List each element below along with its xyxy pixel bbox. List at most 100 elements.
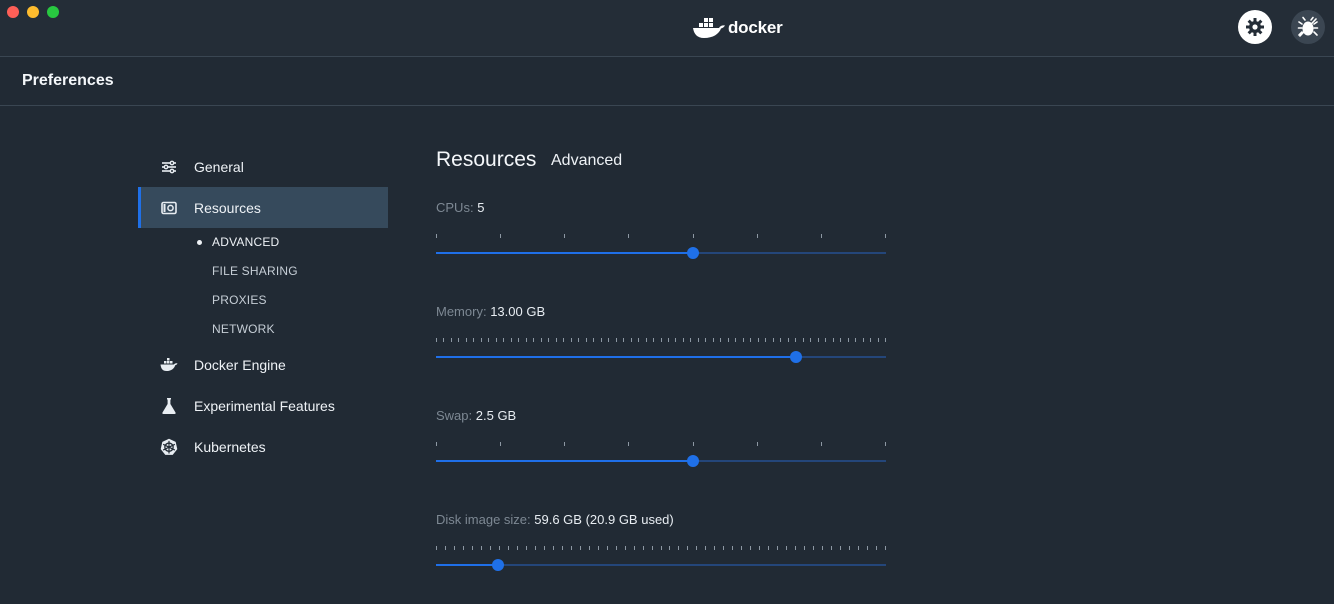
sidebar-item-experimental-features[interactable]: Experimental Features bbox=[138, 385, 388, 426]
minimize-window-button[interactable] bbox=[27, 6, 39, 18]
setting-name: Memory: bbox=[436, 304, 487, 319]
slider-tick bbox=[833, 338, 834, 342]
sidebar-subitem-network[interactable]: NETWORK bbox=[212, 322, 275, 336]
swap-label: Swap: 2.5 GB bbox=[436, 408, 516, 423]
cpus-slider[interactable] bbox=[436, 234, 886, 264]
memory-label: Memory: 13.00 GB bbox=[436, 304, 545, 319]
sidebar-item-kubernetes[interactable]: Kubernetes bbox=[138, 426, 388, 467]
slider-tick bbox=[803, 338, 804, 342]
bug-icon bbox=[1297, 16, 1319, 37]
slider-tick bbox=[563, 338, 564, 342]
docker-whale-icon bbox=[693, 18, 725, 38]
sidebar-item-label: General bbox=[194, 158, 244, 175]
setting-value: 5 bbox=[477, 200, 485, 215]
slider-tick bbox=[750, 546, 751, 550]
slider-tick bbox=[735, 338, 736, 342]
slider-tick bbox=[646, 338, 647, 342]
slider-tick bbox=[466, 338, 467, 342]
slider-tick bbox=[777, 546, 778, 550]
slider-tick bbox=[562, 546, 563, 550]
slider-tick bbox=[818, 338, 819, 342]
slider-tick bbox=[713, 338, 714, 342]
slider-tick bbox=[741, 546, 742, 550]
slider-tick bbox=[678, 546, 679, 550]
slider-tick bbox=[768, 546, 769, 550]
slider-tick bbox=[804, 546, 805, 550]
section-title: Resources bbox=[436, 148, 537, 171]
slider-tick bbox=[436, 338, 437, 342]
swap-slider[interactable] bbox=[436, 442, 886, 472]
slider-tick bbox=[517, 546, 518, 550]
slider-tick bbox=[813, 546, 814, 550]
slider-thumb[interactable] bbox=[492, 559, 504, 571]
slider-fill bbox=[436, 252, 693, 254]
slider-tick bbox=[780, 338, 781, 342]
sidebar-item-resources[interactable]: Resources bbox=[138, 187, 388, 228]
close-window-button[interactable] bbox=[7, 6, 19, 18]
slider-tick bbox=[765, 338, 766, 342]
slider-tick bbox=[593, 338, 594, 342]
slider-tick bbox=[638, 338, 639, 342]
disk-image-size-label: Disk image size: 59.6 GB (20.9 GB used) bbox=[436, 512, 674, 527]
slider-tick bbox=[840, 546, 841, 550]
slider-tick bbox=[544, 546, 545, 550]
slider-tick bbox=[451, 338, 452, 342]
slider-tick bbox=[885, 442, 886, 446]
slider-tick bbox=[728, 338, 729, 342]
troubleshoot-button[interactable] bbox=[1291, 10, 1325, 44]
slider-tick bbox=[788, 338, 789, 342]
settings-button[interactable] bbox=[1238, 10, 1272, 44]
slider-thumb[interactable] bbox=[687, 455, 699, 467]
sidebar-item-general[interactable]: General bbox=[138, 146, 388, 187]
brand-name: docker bbox=[728, 18, 783, 37]
slider-tick bbox=[488, 338, 489, 342]
sidebar-item-docker-engine[interactable]: Docker Engine bbox=[138, 344, 388, 385]
slider-tick bbox=[586, 338, 587, 342]
slider-tick bbox=[454, 546, 455, 550]
slider-tick bbox=[445, 546, 446, 550]
slider-tick bbox=[481, 546, 482, 550]
slider-tick bbox=[616, 546, 617, 550]
slider-tick bbox=[533, 338, 534, 342]
slider-tick bbox=[683, 338, 684, 342]
slider-tick bbox=[436, 442, 437, 446]
slider-tick bbox=[714, 546, 715, 550]
slider-thumb[interactable] bbox=[790, 351, 802, 363]
slider-tick bbox=[500, 442, 501, 446]
sidebar-item-label: Resources bbox=[194, 199, 261, 216]
slider-tick bbox=[870, 338, 871, 342]
slider-tick bbox=[490, 546, 491, 550]
slider-tick bbox=[473, 338, 474, 342]
setting-value: 2.5 GB bbox=[475, 408, 517, 423]
sidebar-subitem-file-sharing[interactable]: FILE SHARING bbox=[212, 264, 298, 278]
slider-tick bbox=[634, 546, 635, 550]
slider-tick bbox=[500, 234, 501, 238]
slider-tick bbox=[759, 546, 760, 550]
slider-fill bbox=[436, 460, 693, 462]
slider-thumb[interactable] bbox=[687, 247, 699, 259]
slider-tick bbox=[705, 546, 706, 550]
slider-tick bbox=[541, 338, 542, 342]
disk-image-size-slider[interactable] bbox=[436, 546, 886, 576]
slider-tick bbox=[564, 234, 565, 238]
slider-tick bbox=[443, 338, 444, 342]
zoom-window-button[interactable] bbox=[47, 6, 59, 18]
slider-tick bbox=[720, 338, 721, 342]
slider-tick bbox=[458, 338, 459, 342]
slider-tick bbox=[690, 338, 691, 342]
slider-tick bbox=[795, 338, 796, 342]
slider-tick bbox=[623, 338, 624, 342]
slider-tick bbox=[526, 546, 527, 550]
sidebar-subitem-proxies[interactable]: PROXIES bbox=[212, 293, 267, 307]
memory-slider[interactable] bbox=[436, 338, 886, 368]
slider-tick bbox=[876, 546, 877, 550]
slider-ticks bbox=[436, 234, 886, 240]
slider-tick bbox=[548, 338, 549, 342]
sidebar-subitem-advanced[interactable]: ADVANCED bbox=[212, 235, 279, 249]
slider-tick bbox=[867, 546, 868, 550]
slider-tick bbox=[693, 234, 694, 238]
slider-tick bbox=[668, 338, 669, 342]
preferences-header: Preferences bbox=[0, 57, 1334, 106]
slider-fill bbox=[436, 356, 796, 358]
slider-tick bbox=[481, 338, 482, 342]
